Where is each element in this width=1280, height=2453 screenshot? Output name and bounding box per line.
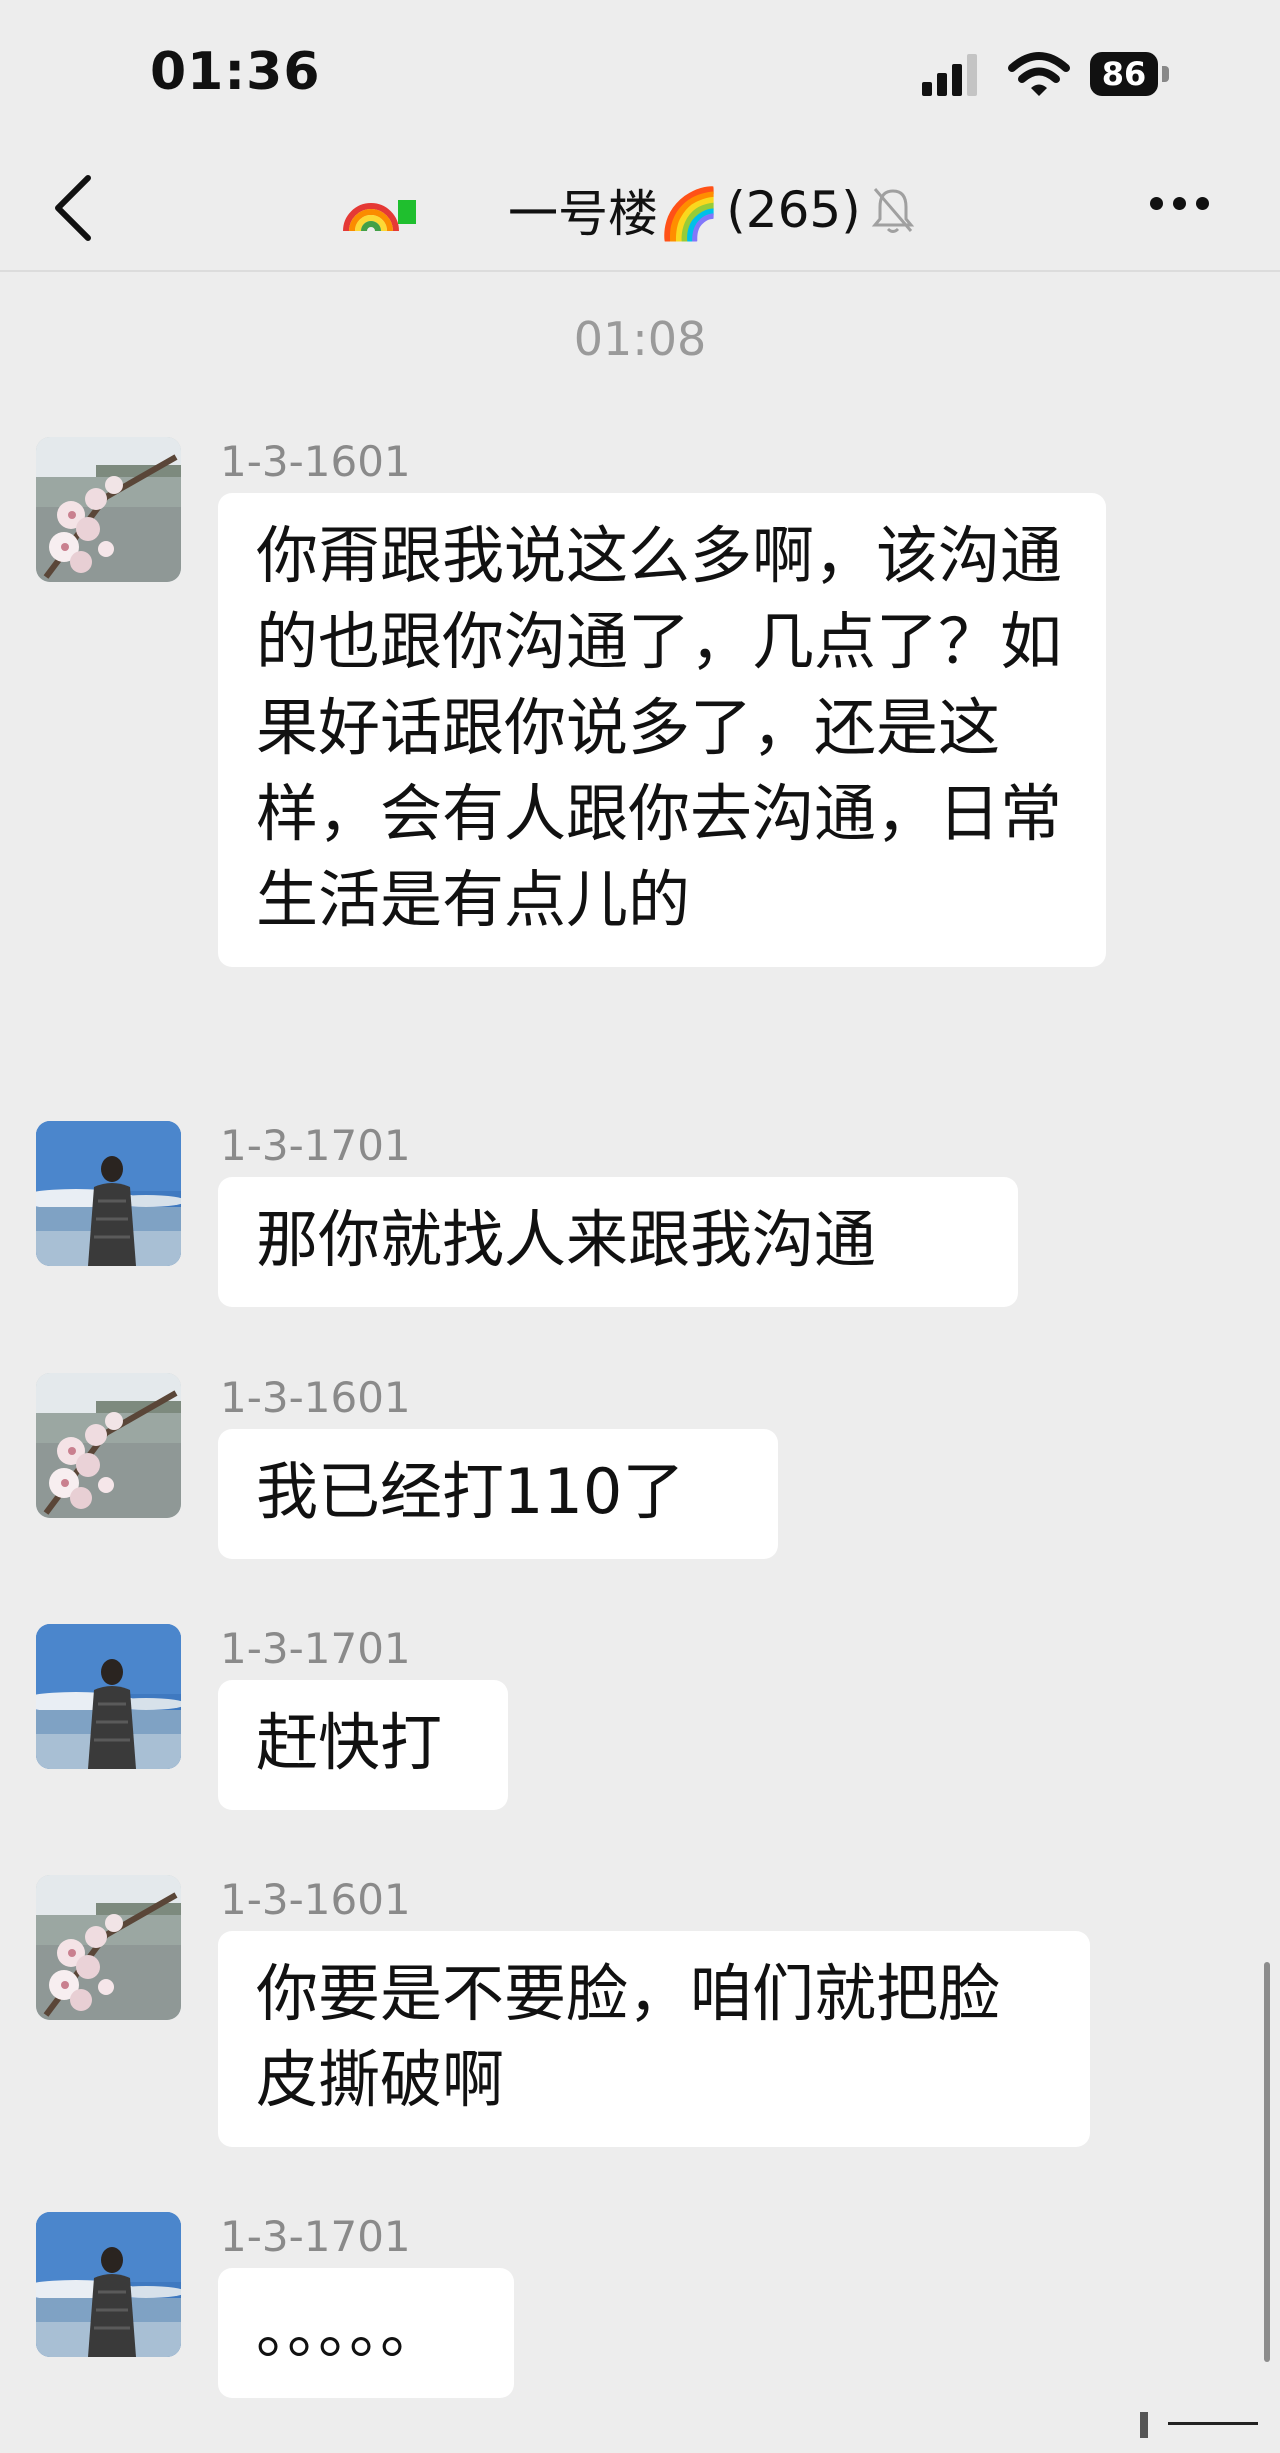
cherry-blossom-avatar[interactable] — [36, 437, 181, 582]
wifi-icon — [1008, 52, 1070, 96]
battery-level: 86 — [1090, 52, 1158, 96]
sender-name: 1-3-1701 — [220, 1624, 411, 1673]
message-bubble[interactable]: 赶快打 — [218, 1680, 508, 1810]
message-bubble[interactable]: 。。。。。 — [218, 2268, 514, 2398]
message-bubble[interactable]: 你要是不要脸，咱们就把脸皮撕破啊 — [218, 1931, 1090, 2147]
man-by-lake-avatar[interactable] — [36, 1624, 181, 1769]
message-bubble[interactable]: 那你就找人来跟我沟通 — [218, 1177, 1018, 1307]
back-icon[interactable] — [44, 172, 104, 244]
chat-title[interactable]: 一号楼🌈 (265) — [340, 170, 1010, 250]
sender-name: 1-3-1701 — [220, 2212, 411, 2261]
man-by-lake-avatar[interactable] — [36, 1121, 181, 1266]
group-name: 一号楼🌈 — [508, 185, 721, 243]
chat-timestamp: 01:08 — [573, 312, 707, 366]
cherry-blossom-avatar[interactable] — [36, 1373, 181, 1518]
battery-icon: 86 — [1090, 52, 1170, 96]
rainbow-emoji-icon — [343, 203, 399, 232]
status-time: 01:36 — [150, 42, 321, 102]
sender-name: 1-3-1601 — [220, 1875, 411, 1924]
cherry-blossom-avatar[interactable] — [36, 1875, 181, 2020]
cellular-signal-icon — [922, 54, 977, 96]
sender-name: 1-3-1601 — [220, 437, 411, 486]
member-count: (265) — [726, 181, 861, 239]
message-bubble[interactable]: 我已经打110了 — [218, 1429, 778, 1559]
message-bubble[interactable]: 你甭跟我说这么多啊，该沟通的也跟你沟通了，几点了？如果好话跟你说多了，还是这样，… — [218, 493, 1106, 967]
green-flag-icon — [398, 200, 416, 224]
input-bar-edge — [1128, 2408, 1258, 2438]
mute-bell-icon — [871, 188, 914, 233]
chat-header: 一号楼🌈 (265) — [0, 150, 1280, 272]
more-options-icon[interactable] — [1150, 195, 1230, 225]
man-by-lake-avatar[interactable] — [36, 2212, 181, 2357]
sender-name: 1-3-1701 — [220, 1121, 411, 1170]
sender-name: 1-3-1601 — [220, 1373, 411, 1422]
scrollbar[interactable] — [1264, 1962, 1270, 2362]
status-bar: 01:36 86 — [0, 0, 1280, 150]
